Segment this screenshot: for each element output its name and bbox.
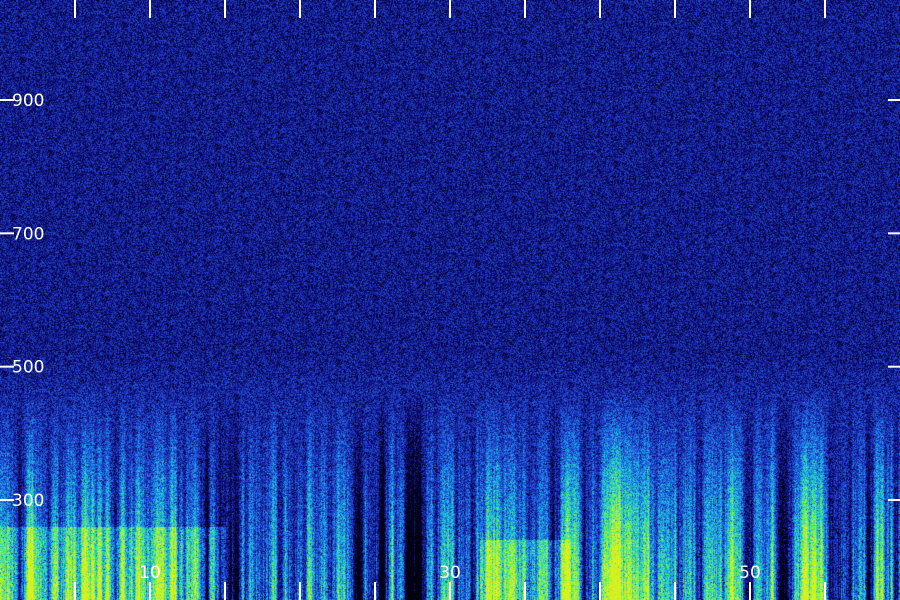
y-tick-label: 700 bbox=[12, 224, 44, 244]
x-tick-label: 30 bbox=[439, 563, 461, 583]
x-tick-label: 50 bbox=[739, 563, 761, 583]
y-tick-label: 900 bbox=[12, 91, 44, 111]
y-ticks-right bbox=[888, 99, 900, 501]
y-tick-label: 500 bbox=[12, 358, 44, 378]
x-ticks-top bbox=[74, 0, 826, 18]
spectrogram-axes: 10 30 50 900 700 500 300 bbox=[0, 0, 900, 600]
x-tick-label: 10 bbox=[139, 563, 161, 583]
x-tick-labels: 10 30 50 bbox=[139, 563, 761, 583]
y-ticks-left bbox=[0, 99, 14, 501]
y-tick-label: 300 bbox=[12, 491, 44, 511]
x-ticks-bottom bbox=[74, 582, 826, 600]
y-tick-labels: 900 700 500 300 bbox=[12, 91, 44, 511]
